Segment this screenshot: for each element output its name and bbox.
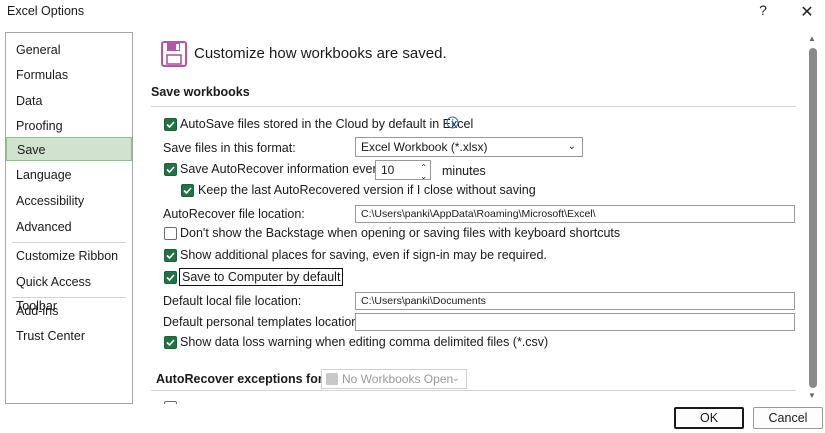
sidebar-item-data[interactable]: Data [6,89,132,113]
chevron-down-icon: ⌄ [451,373,460,384]
save-to-computer-label: Save to Computer by default [178,268,344,286]
page-header: Customize how workbooks are saved. [194,45,447,62]
backstage-label: Don't show the Backstage when opening or… [180,226,621,240]
sidebar-item-proofing[interactable]: Proofing [6,114,132,138]
options-sidebar: General Formulas Data Proofing Save Lang… [5,32,133,404]
data-loss-warning-checkbox[interactable] [164,336,177,349]
additional-places-checkbox[interactable] [164,249,177,262]
sidebar-divider [12,242,126,243]
sidebar-item-add-ins[interactable]: Add-ins [6,299,132,323]
keep-last-version-label: Keep the last AutoRecovered version if I… [198,183,536,197]
sidebar-item-formulas[interactable]: Formulas [6,63,132,87]
autorecover-workbook-select[interactable]: No Workbooks Open ⌄ [321,369,467,389]
sidebar-item-general[interactable]: General [6,38,132,62]
scroll-down-icon[interactable]: ▼ [808,391,816,400]
sidebar-item-accessibility[interactable]: Accessibility [6,189,132,213]
autorecover-location-label: AutoRecover file location: [163,207,305,221]
scrollbar-thumb[interactable] [809,48,817,388]
templates-location-input[interactable] [355,313,795,331]
sidebar-item-save[interactable]: Save [6,137,132,161]
section-divider [151,106,796,107]
scroll-up-icon[interactable]: ▲ [808,34,816,43]
info-icon[interactable] [446,116,459,129]
sidebar-item-language[interactable]: Language [6,163,132,187]
autorecover-location-input[interactable]: C:\Users\panki\AppData\Roaming\Microsoft… [355,205,795,223]
save-disk-icon [160,40,188,68]
save-format-value: Excel Workbook (*.xlsx) [361,140,488,154]
section-title-save-workbooks: Save workbooks [151,85,250,99]
sidebar-item-advanced[interactable]: Advanced [6,215,132,239]
help-icon[interactable]: ? [753,2,773,22]
ok-button[interactable]: OK [674,407,744,429]
save-format-select[interactable]: Excel Workbook (*.xlsx) ⌄ [355,137,583,157]
sidebar-divider [12,297,126,298]
window-title: Excel Options [7,4,85,18]
autorecover-label: Save AutoRecover information every [180,162,383,176]
sidebar-item-quick-access-toolbar[interactable]: Quick Access Toolbar [6,270,132,313]
sidebar-item-trust-center[interactable]: Trust Center [6,324,132,348]
autorecover-minutes-spinner[interactable]: 10 ⌃ ⌄ [375,160,431,181]
keep-last-version-checkbox[interactable] [181,184,194,197]
close-icon[interactable]: ✕ [797,2,817,22]
section-title-autorecover-exceptions: AutoRecover exceptions for: [156,372,327,386]
title-bar: Excel Options ? ✕ [0,0,825,28]
autosave-label: AutoSave files stored in the Cloud by de… [180,117,474,131]
cancel-button[interactable]: Cancel [753,407,823,429]
save-format-label: Save files in this format: [163,141,296,155]
autorecover-checkbox[interactable] [164,163,177,176]
additional-places-label: Show additional places for saving, even … [180,248,547,262]
chevron-down-icon: ⌄ [567,141,576,152]
disable-autorecover-checkbox[interactable] [164,401,177,404]
local-location-label: Default local file location: [163,294,302,308]
save-options-panel: Customize how workbooks are saved. Save … [145,32,805,404]
section-divider [151,390,796,391]
save-to-computer-checkbox[interactable] [164,271,177,284]
local-location-input[interactable]: C:\Users\panki\Documents [355,292,795,310]
autorecover-workbook-value: No Workbooks Open [342,372,454,386]
templates-location-label: Default personal templates location: [163,315,362,329]
sidebar-item-customize-ribbon[interactable]: Customize Ribbon [6,244,132,268]
data-loss-warning-label: Show data loss warning when editing comm… [180,335,549,349]
minutes-label: minutes [442,164,486,178]
backstage-checkbox[interactable] [164,227,177,240]
autosave-checkbox[interactable] [164,118,177,131]
excel-file-icon [326,373,338,385]
autorecover-minutes-value: 10 [381,163,395,177]
